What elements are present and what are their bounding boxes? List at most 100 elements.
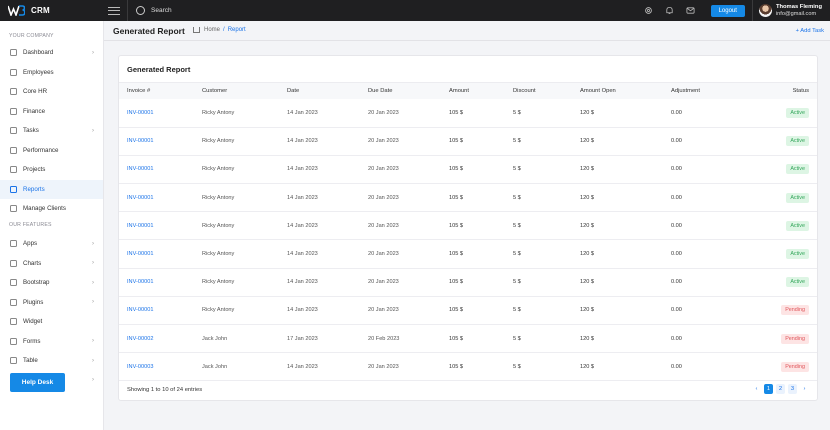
sidebar-item-charts[interactable]: Charts › [0,254,103,274]
gear-icon[interactable] [644,6,653,15]
chevron-right-icon: › [92,338,94,345]
adjustment-cell: 0.00 [671,166,682,173]
table-row: INV-00001 Ricky Antony 14 Jan 2023 20 Jan 2… [119,296,817,325]
pagination-page[interactable]: 2 [776,384,785,394]
sidebar-item-manage-clients[interactable]: Manage Clients [0,199,103,219]
sidebar-item-label: Dashboard [23,49,54,57]
sidebar-item-tasks[interactable]: Tasks › [0,121,103,141]
table-row: INV-00001 Ricky Antony 14 Jan 2023 20 Jan 2… [119,99,817,128]
invoice-link[interactable]: INV-00001 [119,268,194,296]
status-cell: Active [733,212,817,240]
status-cell: Active [733,155,817,183]
pagination-page[interactable]: 3 [788,384,797,394]
sidebar-item-forms[interactable]: Forms › [0,332,103,352]
help-desk-button[interactable]: Help Desk [10,373,65,392]
customer-cell: Jack John [202,335,228,342]
invoice-link[interactable]: INV-00001 [119,212,194,240]
due-date-cell: 20 Jan 2023 [368,138,399,145]
sidebar-item-label: Forms [23,337,41,345]
status-badge: Active [786,249,809,260]
sidebar-item-apps[interactable]: Apps › [0,234,103,254]
status-badge: Active [786,277,809,288]
due-date-cell: 20 Jan 2023 [368,222,399,229]
sidebar-item-plugins[interactable]: Plugins › [0,293,103,313]
add-task-link[interactable]: + Add Task [796,28,824,34]
hamburger-menu-icon[interactable] [107,5,121,17]
status-badge: Active [786,107,809,118]
sidebar-item-table[interactable]: Table › [0,351,103,371]
table-row: INV-00001 Ricky Antony 14 Jan 2023 20 Jan 2… [119,155,817,184]
amount-open-cell: 120 $ [580,251,594,258]
chevron-right-icon: › [92,377,94,384]
chevron-right-icon: › [92,127,94,134]
table-row: INV-00003 Jack John 14 Jan 2023 20 Jan 2023… [119,353,817,381]
due-date-cell: 20 Jan 2023 [368,279,399,286]
user-email: info@gmail.com [775,10,817,17]
table-row: INV-00002 Jack John 17 Jan 2023 20 Feb 2023… [119,325,817,353]
user-profile[interactable]: Thomas Fleming info@gmail.com [753,4,830,18]
status-cell: Active [733,184,817,212]
sidebar-item-dashboard[interactable]: Dashboard › [0,43,103,63]
breadcrumb: Home / Report [193,27,246,33]
sidebar-item-employees[interactable]: Employees [0,63,103,83]
sidebar-item-label: Manage Clients [23,205,66,213]
search-box[interactable]: Search [136,6,172,15]
status-badge: Pending [781,305,809,316]
customer-cell: Ricky Antony [202,222,235,229]
pagination: ‹ 1 2 3 › [752,384,809,394]
amount-open-cell: 120 $ [580,307,594,314]
invoice-link[interactable]: INV-00001 [119,184,194,212]
customer-cell: Ricky Antony [202,279,235,286]
invoice-link[interactable]: INV-00001 [119,155,194,183]
date-cell: 14 Jan 2023 [287,194,318,201]
search-label: Search [151,7,172,14]
amount-cell: 105 $ [449,363,463,370]
column-header: Customer [202,88,228,94]
pagination-page[interactable]: 1 [764,384,773,394]
amount-cell: 105 $ [449,279,463,286]
section-title-features: OUR FEATURES [9,222,52,228]
amount-open-cell: 120 $ [580,166,594,173]
amount-cell: 105 $ [449,251,463,258]
sidebar-item-core-hr[interactable]: Core HR [0,82,103,102]
mail-icon[interactable] [686,6,695,15]
sidebar-item-finance[interactable]: Finance [0,102,103,122]
home-icon[interactable] [193,27,200,33]
invoice-link[interactable]: INV-00001 [119,240,194,268]
chevron-right-icon: › [92,357,94,364]
pagination-next-icon[interactable]: › [800,384,809,394]
date-cell: 14 Jan 2023 [287,109,318,116]
amount-open-cell: 120 $ [580,138,594,145]
column-header: Amount [449,88,469,94]
status-badge: Pending [781,333,809,344]
adjustment-cell: 0.00 [671,279,682,286]
pagination-prev-icon[interactable]: ‹ [752,384,761,394]
breadcrumb-home[interactable]: Home [204,27,220,33]
sidebar-item-widget[interactable]: Widget [0,312,103,332]
sidebar-item-reports[interactable]: Reports [0,179,103,199]
search-icon [136,6,145,15]
table-row: INV-00001 Ricky Antony 14 Jan 2023 20 Jan 2… [119,240,817,269]
invoice-link[interactable]: INV-00001 [119,99,194,127]
due-date-cell: 20 Jan 2023 [368,363,399,370]
amount-open-cell: 120 $ [580,222,594,229]
discount-cell: 5 $ [513,279,521,286]
bell-icon[interactable] [665,6,674,15]
table-row: INV-00001 Ricky Antony 14 Jan 2023 20 Jan 2… [119,212,817,240]
sidebar-item-performance[interactable]: Performance [0,141,103,161]
discount-cell: 5 $ [513,194,521,201]
invoice-link[interactable]: INV-00002 [119,325,194,353]
invoice-link[interactable]: INV-00001 [119,127,194,155]
logout-button[interactable]: Logout [710,4,745,17]
tasks-icon [10,127,17,135]
apps-icon [10,240,17,248]
customer-cell: Ricky Antony [202,138,235,145]
sidebar-item-bootstrap[interactable]: Bootstrap › [0,273,103,293]
sidebar-item-projects[interactable]: Projects [0,160,103,180]
invoice-link[interactable]: INV-00001 [119,296,194,324]
invoice-link[interactable]: INV-00003 [119,353,194,381]
entries-info: Showing 1 to 10 of 24 entries [127,387,203,393]
discount-cell: 5 $ [513,363,521,370]
header-divider [104,40,830,41]
brand[interactable]: CRM [0,0,104,21]
